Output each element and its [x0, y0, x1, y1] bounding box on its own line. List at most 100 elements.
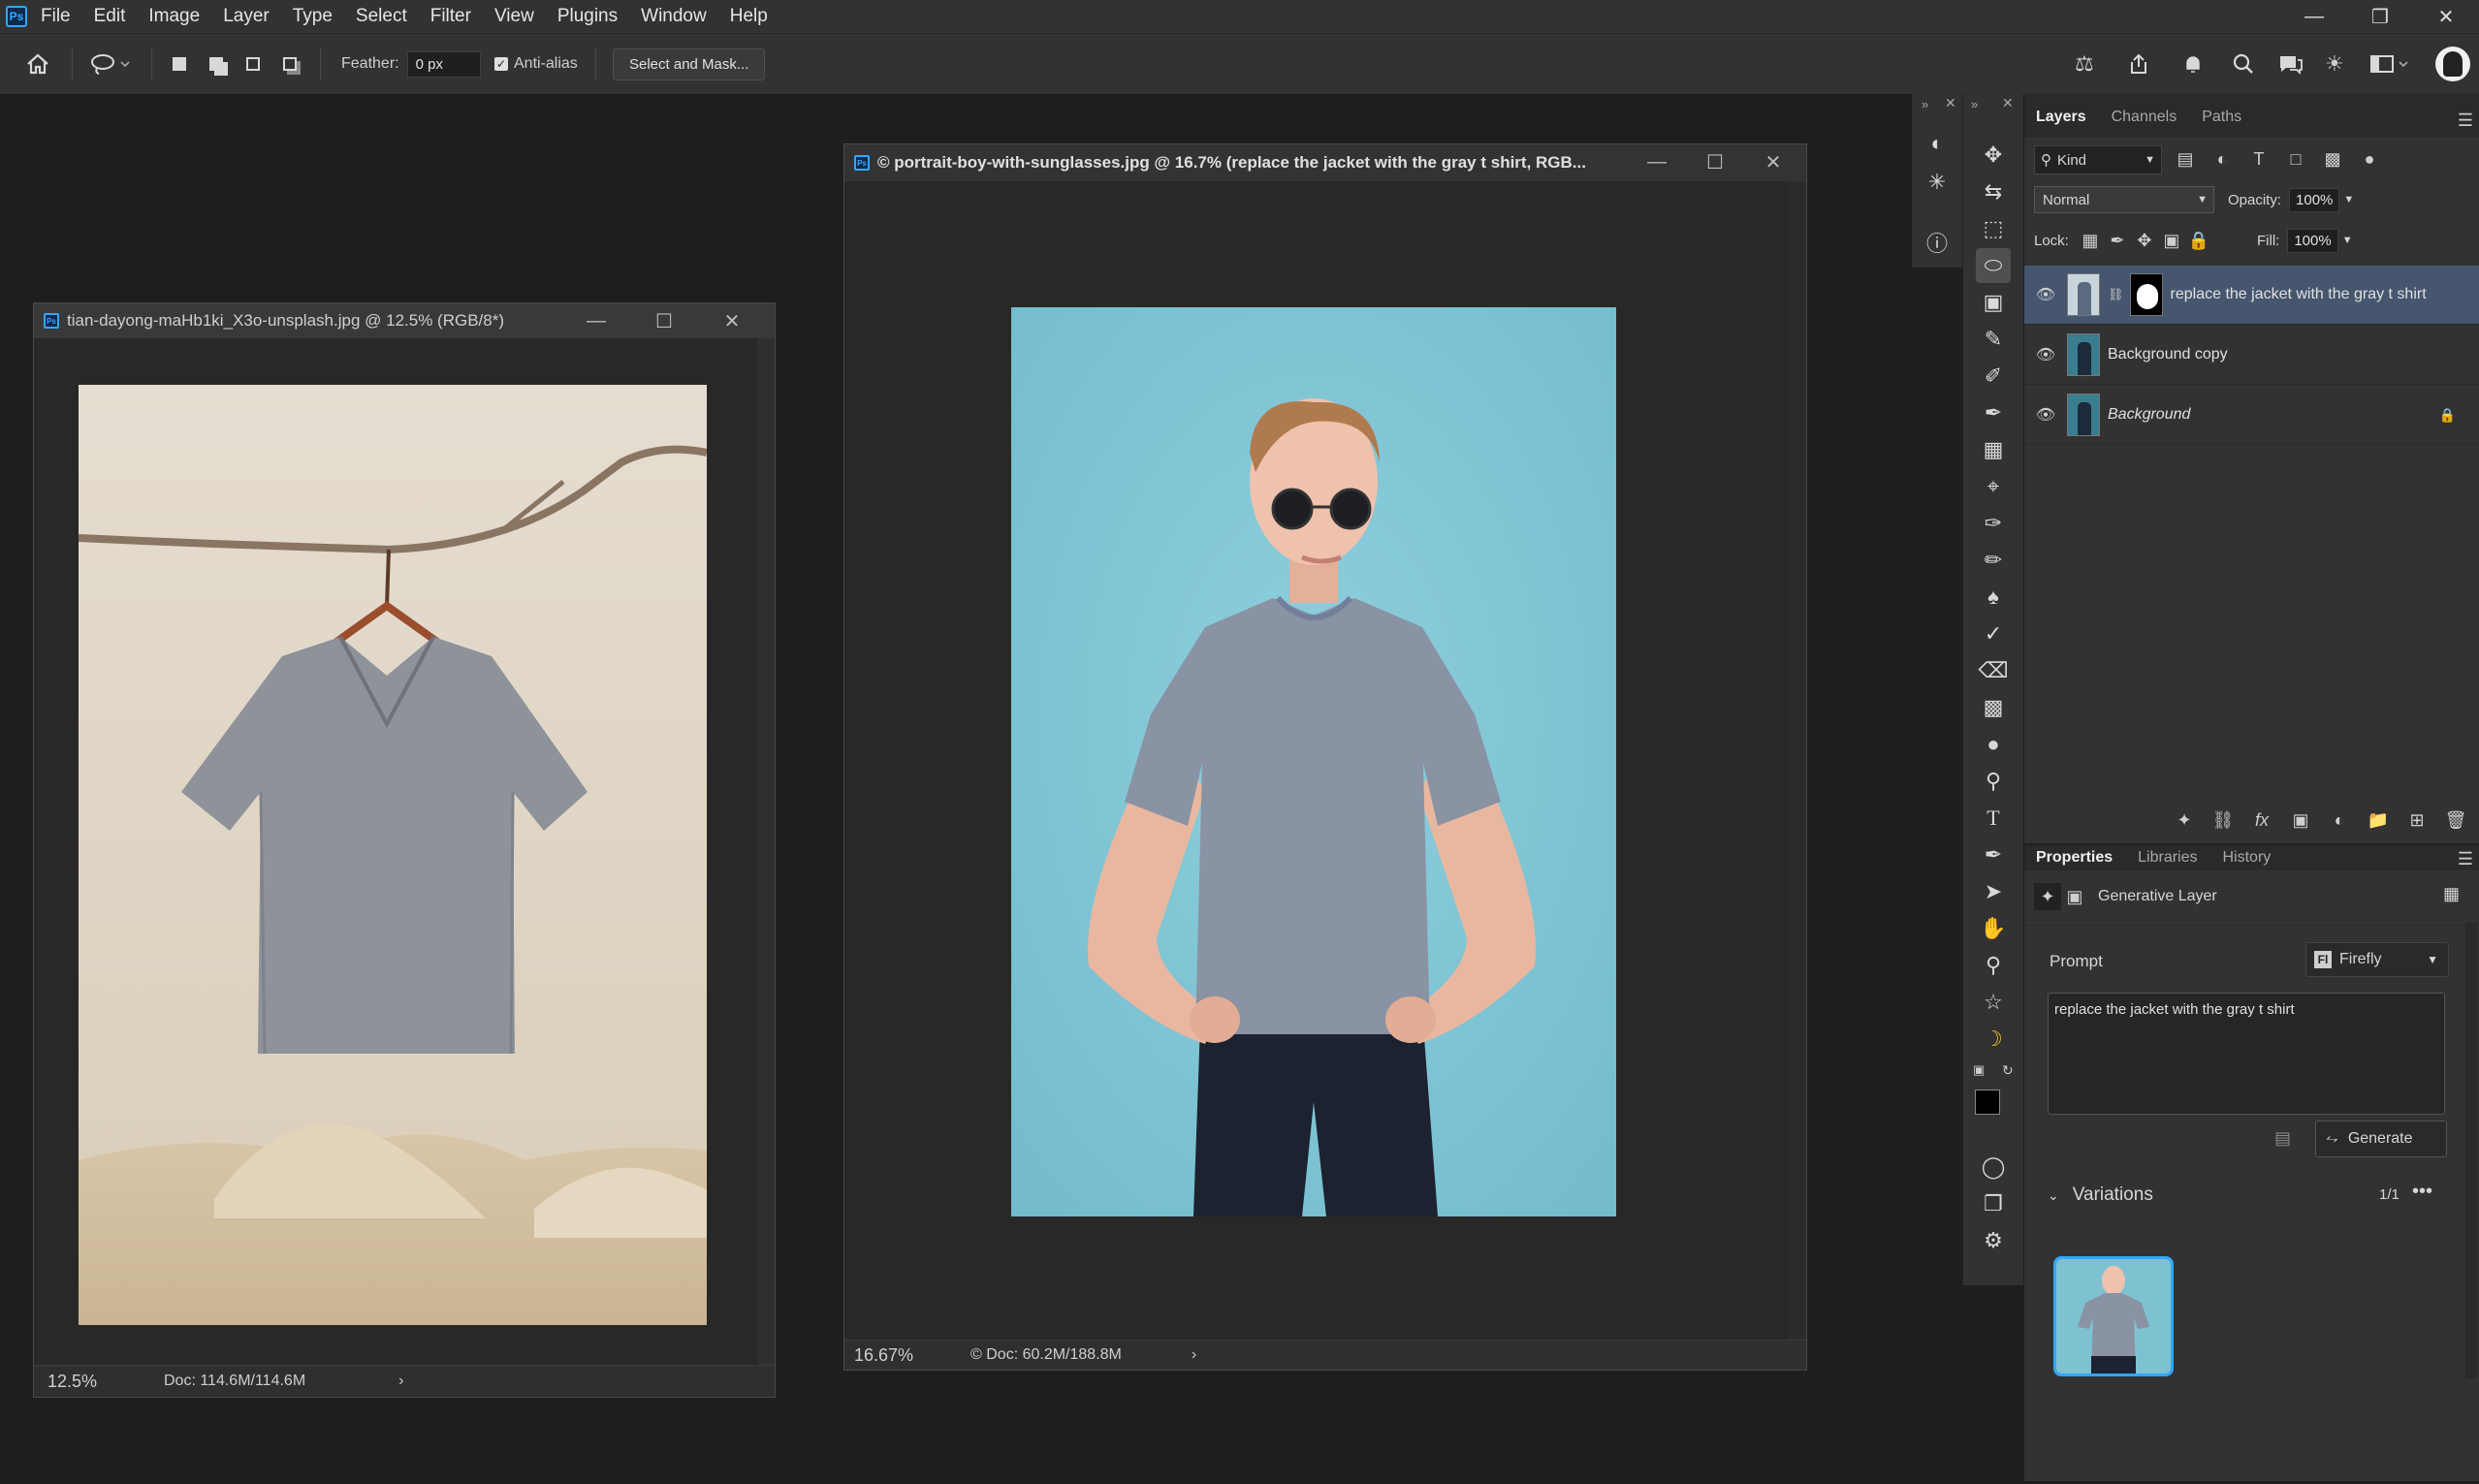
- dodge-tool-icon[interactable]: ⚲: [1976, 764, 2011, 799]
- quick-selection-tool-icon[interactable]: ✎: [1976, 322, 2011, 357]
- collapse-toolbar-icon[interactable]: »: [1971, 97, 1978, 111]
- menu-select[interactable]: Select: [356, 6, 407, 27]
- layer-style-fx-icon[interactable]: fx: [2248, 806, 2275, 834]
- vertical-scrollbar[interactable]: [757, 338, 775, 1366]
- minimize-icon[interactable]: —: [2281, 0, 2347, 33]
- pen-tool-icon[interactable]: ✒: [1976, 837, 2011, 872]
- type-tool-icon[interactable]: T: [1976, 801, 2011, 836]
- eyedropper-tool-icon[interactable]: ✑: [1976, 506, 2011, 541]
- layer-row-background-copy[interactable]: 👁 Background copy: [2024, 326, 2479, 385]
- model-select-dropdown[interactable]: Fl Firefly ▼: [2305, 942, 2449, 977]
- menu-image[interactable]: Image: [148, 6, 200, 27]
- tab-paths[interactable]: Paths: [2190, 109, 2255, 138]
- menu-help[interactable]: Help: [730, 6, 768, 27]
- lock-position-icon[interactable]: ✥: [2131, 227, 2158, 254]
- opacity-slider-chevron-icon[interactable]: ▼: [2343, 194, 2354, 205]
- zoom-tool-icon[interactable]: ⚲: [1976, 948, 2011, 983]
- close-icon[interactable]: ✕: [2002, 95, 2014, 111]
- frame-tool-icon[interactable]: ▦: [1976, 432, 2011, 467]
- restore-icon[interactable]: ❐: [2347, 0, 2413, 33]
- subtract-selection-icon[interactable]: [240, 51, 266, 77]
- hand-tool-icon[interactable]: ✋: [1976, 911, 2011, 946]
- antialias-checkbox[interactable]: ✓: [494, 57, 508, 71]
- lock-artboard-icon[interactable]: ▣: [2158, 227, 2185, 254]
- menu-file[interactable]: File: [41, 6, 71, 27]
- menu-filter[interactable]: Filter: [430, 6, 471, 27]
- healing-brush-tool-icon[interactable]: ✐: [1976, 359, 2011, 394]
- crop-tool-icon[interactable]: ⌖: [1976, 469, 2011, 504]
- menu-window[interactable]: Window: [641, 6, 707, 27]
- canvas-image-shirt-on-branch[interactable]: [79, 385, 707, 1325]
- tab-properties[interactable]: Properties: [2024, 849, 2126, 867]
- history-brush-tool-icon[interactable]: ✓: [1976, 616, 2011, 651]
- share-icon[interactable]: [2127, 34, 2150, 94]
- edit-toolbar-icon[interactable]: ⚙: [1976, 1223, 2011, 1258]
- brush-tool-icon[interactable]: ✏: [1976, 543, 2011, 578]
- lock-all-icon[interactable]: 🔒: [2185, 227, 2212, 254]
- clone-stamp-tool-icon[interactable]: ♠: [1976, 580, 2011, 615]
- workspace-switcher-icon[interactable]: [2369, 34, 2408, 94]
- info-icon[interactable]: ⓘ: [1920, 225, 1955, 260]
- whats-new-lightbulb-icon[interactable]: ☀: [2325, 34, 2344, 94]
- add-mask-icon[interactable]: ▣: [2287, 806, 2314, 834]
- expand-panels-icon[interactable]: »: [1922, 97, 1928, 111]
- tab-channels[interactable]: Channels: [2100, 109, 2191, 138]
- default-colors-icon[interactable]: ▣: [1973, 1062, 1985, 1078]
- generate-button[interactable]: ⥊ Generate: [2315, 1121, 2447, 1157]
- menu-edit[interactable]: Edit: [94, 6, 126, 27]
- visibility-eye-icon[interactable]: 👁: [2024, 405, 2067, 425]
- document-title-bar[interactable]: Ps © portrait-boy-with-sunglasses.jpg @ …: [844, 144, 1806, 181]
- screen-mode-icon[interactable]: ❐: [1976, 1186, 2011, 1221]
- fill-input[interactable]: 100%: [2287, 228, 2338, 253]
- tab-history[interactable]: History: [2211, 849, 2285, 867]
- select-and-mask-button[interactable]: Select and Mask...: [613, 47, 766, 80]
- blend-mode-select[interactable]: Normal ▼: [2034, 186, 2214, 213]
- layer-row-generative[interactable]: 👁 ⛓ replace the jacket with the gray t s…: [2024, 266, 2479, 325]
- layer-row-background[interactable]: 👁 Background 🔒: [2024, 386, 2479, 445]
- filter-shape-icon[interactable]: □: [2282, 145, 2309, 173]
- filter-toggle-icon[interactable]: ●: [2356, 145, 2383, 173]
- close-icon[interactable]: ✕: [703, 303, 761, 338]
- labs-flask-icon[interactable]: ⚖: [2075, 34, 2094, 94]
- maximize-icon[interactable]: ☐: [1686, 144, 1744, 179]
- adjustment-layer-icon[interactable]: ◐: [2326, 806, 2353, 834]
- visibility-eye-icon[interactable]: 👁: [2024, 345, 2067, 364]
- panel-menu-icon[interactable]: ☰: [2458, 849, 2473, 869]
- fill-slider-chevron-icon[interactable]: ▼: [2342, 235, 2353, 246]
- swap-colors-icon[interactable]: ↻: [2002, 1062, 2014, 1079]
- zoom-level[interactable]: 12.5%: [48, 1372, 135, 1392]
- close-icon[interactable]: ✕: [1945, 95, 1956, 111]
- search-icon[interactable]: [2232, 34, 2255, 94]
- home-icon[interactable]: [25, 34, 50, 94]
- move-tool-icon[interactable]: ✥: [1976, 138, 2011, 173]
- more-options-icon[interactable]: •••: [2412, 1181, 2432, 1203]
- properties-scrollbar[interactable]: [2465, 923, 2477, 1378]
- variations-header[interactable]: ⌄ Variations: [2048, 1181, 2153, 1210]
- menu-plugins[interactable]: Plugins: [557, 6, 618, 27]
- menu-layer[interactable]: Layer: [223, 6, 270, 27]
- canvas-image-portrait-boy[interactable]: [1011, 307, 1616, 1216]
- status-menu-chevron-icon[interactable]: ›: [398, 1373, 403, 1390]
- notifications-bell-icon[interactable]: [2181, 34, 2205, 94]
- lock-transparent-pixels-icon[interactable]: ▦: [2077, 227, 2104, 254]
- menu-view[interactable]: View: [494, 6, 534, 27]
- convert-generative-icon[interactable]: ▦: [2443, 884, 2460, 904]
- foreground-color-swatch[interactable]: [1975, 1089, 2000, 1115]
- banana-easter-egg-icon[interactable]: ☽: [1976, 1022, 2011, 1057]
- filter-smart-object-icon[interactable]: ▩: [2319, 145, 2346, 173]
- gradient-tool-icon[interactable]: ▩: [1976, 690, 2011, 725]
- document-window-portrait[interactable]: Ps © portrait-boy-with-sunglasses.jpg @ …: [843, 143, 1807, 1371]
- vertical-scrollbar[interactable]: [1789, 181, 1806, 1341]
- generative-fill-icon[interactable]: ✦: [2171, 806, 2198, 834]
- status-menu-chevron-icon[interactable]: ›: [1192, 1346, 1196, 1364]
- tab-libraries[interactable]: Libraries: [2126, 849, 2210, 867]
- path-selection-tool-icon[interactable]: ➤: [1976, 874, 2011, 909]
- new-selection-icon[interactable]: [167, 51, 192, 77]
- new-layer-icon[interactable]: ⊞: [2403, 806, 2431, 834]
- link-layers-icon[interactable]: ⛓: [2209, 806, 2237, 834]
- chain-link-icon[interactable]: ⛓: [2108, 287, 2124, 302]
- document-title-bar[interactable]: Ps tian-dayong-maHb1ki_X3o-unsplash.jpg …: [34, 303, 775, 338]
- minimize-icon[interactable]: —: [1628, 144, 1686, 179]
- lasso-tool-icon[interactable]: ⬭: [1976, 248, 2011, 283]
- reference-image-icon[interactable]: ▤: [2274, 1128, 2291, 1149]
